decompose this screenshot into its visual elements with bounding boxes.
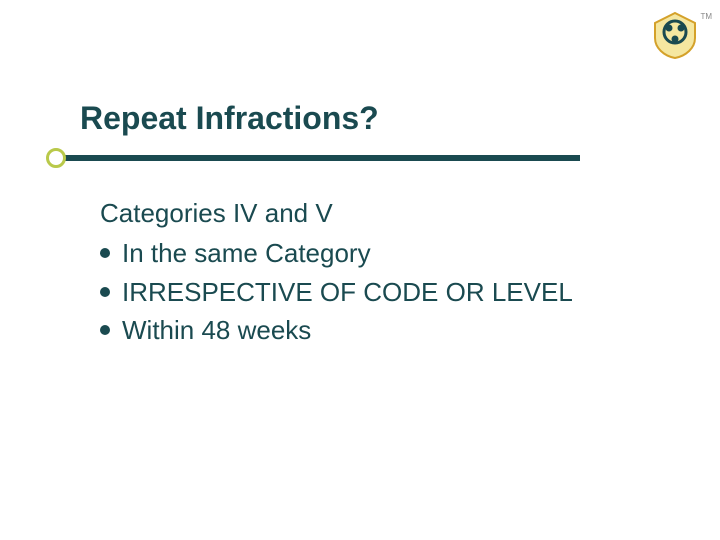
title-underline [60, 155, 580, 161]
list-item: In the same Category [100, 235, 660, 271]
title-accent-circle-icon [46, 148, 66, 168]
bullet-icon [100, 325, 110, 335]
bullet-text: Within 48 weeks [122, 312, 311, 348]
list-item: IRRESPECTIVE OF CODE OR LEVEL [100, 274, 660, 310]
slide-body: Categories IV and V In the same Category… [100, 195, 660, 351]
bullet-text: In the same Category [122, 235, 371, 271]
brand-logo [650, 10, 700, 60]
list-item: Within 48 weeks [100, 312, 660, 348]
bullet-icon [100, 248, 110, 258]
body-intro: Categories IV and V [100, 195, 660, 231]
trademark-label: TM [700, 12, 712, 21]
bullet-list: In the same Category IRRESPECTIVE OF COD… [100, 235, 660, 348]
shield-logo-icon [650, 10, 700, 60]
slide-title: Repeat Infractions? [80, 100, 379, 137]
bullet-text: IRRESPECTIVE OF CODE OR LEVEL [122, 274, 573, 310]
bullet-icon [100, 287, 110, 297]
slide: TM Repeat Infractions? Categories IV and… [0, 0, 720, 540]
